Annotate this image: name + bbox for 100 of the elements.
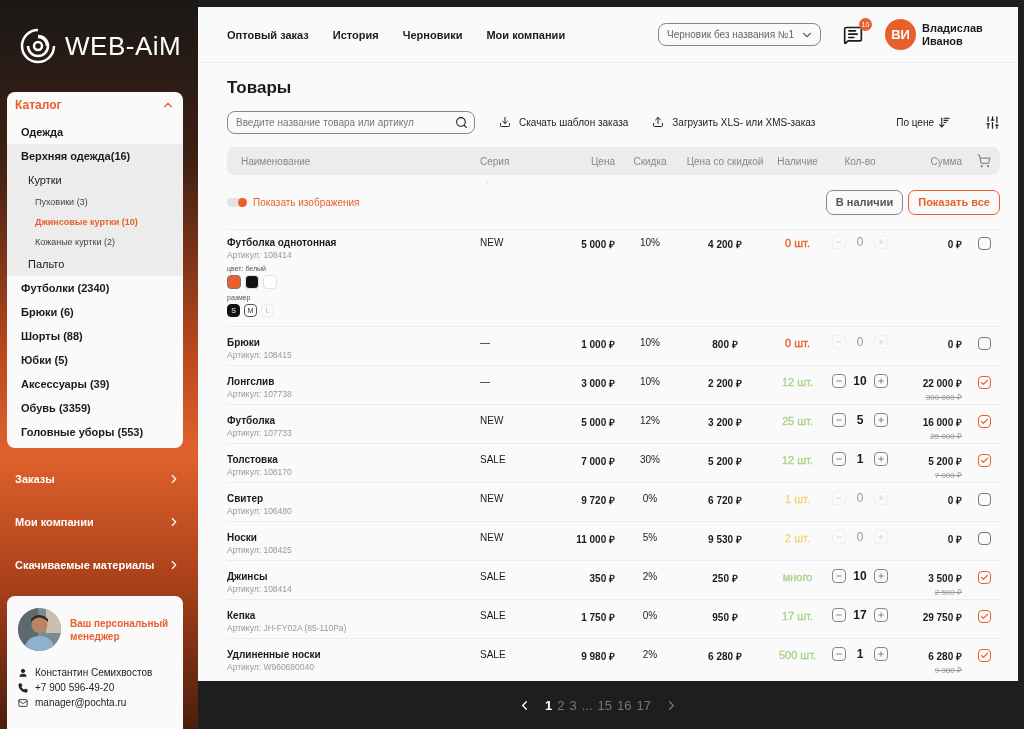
catalog-item[interactable]: Шорты (88) <box>7 324 183 348</box>
download-icon <box>499 116 511 128</box>
page-link[interactable]: 3 <box>569 697 577 713</box>
product-name[interactable]: Толстовка <box>227 454 480 465</box>
action-link[interactable]: Скачать шаблон заказа <box>499 116 629 128</box>
discount-price-cell-text: 3 200 ₽ <box>707 416 743 429</box>
page-link[interactable]: 16 <box>617 697 632 713</box>
quantity-value: 17 <box>852 608 868 622</box>
discount-cell-text: 2% <box>641 571 659 582</box>
catalog-item[interactable]: Пальто <box>7 252 183 276</box>
increase-button[interactable] <box>874 647 888 661</box>
chat-icon[interactable] <box>843 24 863 45</box>
increase-button[interactable] <box>874 608 888 622</box>
discount-price-cell-text: 9 530 ₽ <box>707 533 743 546</box>
old-sum: 9 980 ₽ <box>934 665 962 675</box>
product-name[interactable]: Удлиненные носки <box>227 649 480 660</box>
catalog-item[interactable]: Верхняя одежда(16) <box>7 144 183 168</box>
settings-icon[interactable] <box>985 114 1000 130</box>
catalog-item[interactable]: Кожаные куртки (2) <box>7 232 183 252</box>
row-checkbox[interactable] <box>978 649 991 662</box>
minus-icon <box>835 650 843 658</box>
discount-price-cell-text: 4 200 ₽ <box>707 238 743 251</box>
sidebar-menu-item[interactable]: Скачиваемые материалы <box>15 558 155 571</box>
product-name[interactable]: Футболка <box>227 415 480 426</box>
nav-link[interactable]: История <box>332 28 379 41</box>
decrease-button[interactable] <box>832 608 846 622</box>
row-checkbox[interactable] <box>978 571 991 584</box>
series-cell-text: SALE <box>480 571 507 582</box>
check-icon <box>980 417 989 426</box>
nav-link[interactable]: Мои компании <box>486 28 566 41</box>
decrease-button[interactable] <box>832 452 846 466</box>
catalog-item[interactable]: Футболки (2340) <box>7 276 183 300</box>
catalog-item[interactable]: Одежда <box>7 120 183 144</box>
nav-link[interactable]: Оптовый заказ <box>227 28 309 41</box>
discount-price-cell-text: 6 720 ₽ <box>707 494 743 507</box>
search-icon[interactable] <box>455 115 468 129</box>
discount-price-cell-text: 6 280 ₽ <box>707 650 743 663</box>
minus-icon <box>835 455 843 463</box>
person-icon <box>18 667 28 678</box>
row-checkbox[interactable] <box>978 454 991 467</box>
catalog-item[interactable]: Обувь (3359) <box>7 396 183 420</box>
series-cell-text: — <box>480 376 491 387</box>
decrease-button[interactable] <box>832 413 846 427</box>
minus-icon <box>835 377 843 385</box>
catalog-item[interactable]: Пуховики (3) <box>7 192 183 212</box>
row-checkbox[interactable] <box>978 610 991 623</box>
catalog-item[interactable]: Брюки (6) <box>7 300 183 324</box>
sum-cell-text: 0 ₽ <box>947 533 962 546</box>
minus-icon <box>835 572 843 580</box>
product-name[interactable]: Лонгслив <box>227 376 480 387</box>
sort-link[interactable]: По цене <box>896 115 951 129</box>
column-header: Скидка <box>632 155 668 167</box>
product-name[interactable]: Джинсы <box>227 571 480 582</box>
page-link[interactable]: 1 <box>545 697 553 713</box>
check-icon <box>980 612 989 621</box>
row-checkbox[interactable] <box>978 415 991 428</box>
action-link[interactable]: Загрузить XLS- или XMS-заказ <box>652 116 816 128</box>
price-cell-text: 11 000 ₽ <box>575 533 615 546</box>
filter-button[interactable]: В наличии <box>825 189 904 215</box>
increase-button[interactable] <box>874 413 888 427</box>
sidebar-menu-item[interactable]: Заказы <box>15 472 55 485</box>
page-link[interactable]: 15 <box>597 697 613 713</box>
discount-cell-text: 10% <box>639 237 661 248</box>
plus-icon <box>877 238 885 246</box>
decrease-button[interactable] <box>832 374 846 388</box>
product-article: Артикул: 108414 <box>227 584 293 594</box>
quantity-value: 1 <box>855 647 865 661</box>
increase-button[interactable] <box>874 374 888 388</box>
page-link[interactable]: ... <box>581 697 593 713</box>
row-checkbox[interactable] <box>978 376 991 389</box>
discount-price-cell-text: 5 200 ₽ <box>707 455 743 468</box>
stock-cell-text: 2 шт. <box>784 532 811 544</box>
manager-email: manager@pochta.ru <box>35 697 127 708</box>
page-link[interactable]: 2 <box>557 697 565 713</box>
increase-button[interactable] <box>874 569 888 583</box>
stock-cell-text: 12 шт. <box>781 454 814 466</box>
plus-icon <box>877 650 885 658</box>
decrease-button[interactable] <box>832 647 846 661</box>
discount-price-cell-text: 250 ₽ <box>711 572 739 585</box>
upload-icon <box>652 116 665 128</box>
search-field[interactable]: Введите название товара или артикул <box>227 110 475 134</box>
product-name[interactable]: Кепка <box>227 610 480 621</box>
catalog-item[interactable]: Аксессуары (39) <box>7 372 183 396</box>
catalog-item[interactable]: Куртки <box>7 168 183 192</box>
check-icon <box>980 651 989 660</box>
sum-cell-text: 5 200 ₽ <box>928 455 962 468</box>
draft-select[interactable]: Черновик без названия №1 <box>658 23 821 46</box>
plus-icon <box>877 416 885 424</box>
nav-link[interactable]: Черновики <box>402 28 463 41</box>
sidebar-menu-item[interactable]: Мои компании <box>15 515 94 528</box>
catalog-item[interactable]: Головные уборы (553) <box>7 420 183 444</box>
price-cell-text: 9 980 ₽ <box>580 650 615 663</box>
increase-button[interactable] <box>874 452 888 466</box>
image-toggle[interactable] <box>227 197 247 207</box>
manager-name: Константин Семихвостов <box>35 667 153 678</box>
product-article: Артикул: 107733 <box>227 428 293 438</box>
page-link[interactable]: 17 <box>636 697 651 713</box>
decrease-button[interactable] <box>832 569 846 583</box>
logo-text: WEB-AiM <box>65 30 182 62</box>
catalog-item[interactable]: Юбки (5) <box>7 348 183 372</box>
